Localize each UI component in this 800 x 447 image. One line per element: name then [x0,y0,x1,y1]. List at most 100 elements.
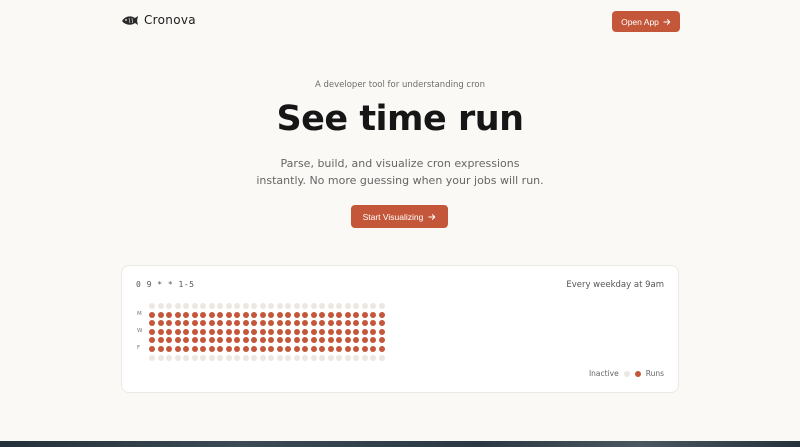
footer-image-strip [0,441,800,447]
run-dot [285,311,291,318]
run-dot [327,328,334,335]
run-dot [174,328,181,335]
run-dot [157,328,164,335]
run-dot [174,345,181,352]
inactive-dot [242,354,249,361]
run-dot [353,311,359,318]
run-dot [353,345,359,352]
run-dot [293,345,300,352]
run-dot [302,320,308,327]
run-dot [344,311,351,318]
run-dot [149,345,155,352]
day-label-friday: F [137,345,141,351]
run-dot [200,337,206,344]
grid-legend: Inactive Runs [589,369,664,378]
hero-tagline: A developer tool for understanding cron [314,80,486,90]
run-dot [336,328,342,335]
run-dot [234,320,240,327]
run-dot [361,337,368,344]
run-dot [217,328,223,335]
inactive-dot [234,354,240,361]
run-dot [353,320,359,327]
run-dot [234,328,240,335]
inactive-dot [259,303,266,309]
brand-logo[interactable]: Cronova [121,12,196,28]
run-dot [276,328,283,335]
inactive-dot [259,354,266,361]
inactive-dot [166,303,172,309]
run-dot [327,311,334,318]
run-dot [208,337,215,344]
inactive-dot [251,354,257,361]
run-dot [251,311,257,318]
run-dot [319,337,325,344]
inactive-dot [353,354,359,361]
run-dot [344,328,351,335]
run-dot [225,320,232,327]
run-dot [200,320,206,327]
run-dot [251,320,257,327]
site-header: Cronova Open App [0,0,800,44]
legend-runs-dot [634,370,641,377]
run-dot [361,320,368,327]
run-dot [225,311,232,318]
inactive-dot [310,354,317,361]
inactive-dot [217,354,223,361]
run-dot [259,328,266,335]
run-dot [157,337,164,344]
open-app-button[interactable]: Open App [612,11,680,32]
inactive-dot [327,303,334,309]
run-dot [302,345,308,352]
run-dot [251,345,257,352]
run-dot [378,311,385,318]
start-visualizing-button[interactable]: Start Visualizing [351,205,448,228]
start-visualizing-label: Start Visualizing [362,211,424,222]
inactive-dot [319,303,325,309]
run-dot [370,345,376,352]
run-dot [217,311,223,318]
run-dot [174,337,181,344]
run-dot [183,320,189,327]
run-dot [217,345,223,352]
run-dot [166,320,172,327]
inactive-dot [370,303,376,309]
run-dot [378,345,385,352]
run-dot [149,311,155,318]
run-dot [208,311,215,318]
run-dot [327,320,334,327]
run-dot [242,311,249,318]
run-dot [361,311,368,318]
run-dot [276,337,283,344]
legend-inactive-label: Inactive [588,369,619,378]
run-dot [361,328,368,335]
run-dot [183,311,189,318]
run-dot [191,328,198,335]
run-dot [157,311,164,318]
inactive-dot [353,303,359,309]
run-dot [191,320,198,327]
run-dot [310,311,317,318]
brand-name: Cronova [144,13,196,27]
run-dot [353,337,359,344]
run-dot [378,337,385,344]
inactive-dot [276,354,283,361]
run-dot [208,345,215,352]
hero-title: See time run [276,99,524,139]
run-dot [200,311,206,318]
run-dot [319,328,325,335]
run-dot [285,345,291,352]
run-dot [251,337,257,344]
inactive-dot [149,354,155,361]
run-dot [319,345,325,352]
inactive-dot [268,303,274,309]
inactive-dot [361,354,368,361]
run-dot [157,320,164,327]
run-dot [344,337,351,344]
schedule-dot-grid [149,303,385,361]
run-dot [344,320,351,327]
run-dot [268,320,274,327]
run-dot [166,311,172,318]
run-dot [149,337,155,344]
inactive-dot [166,354,172,361]
run-dot [259,337,266,344]
